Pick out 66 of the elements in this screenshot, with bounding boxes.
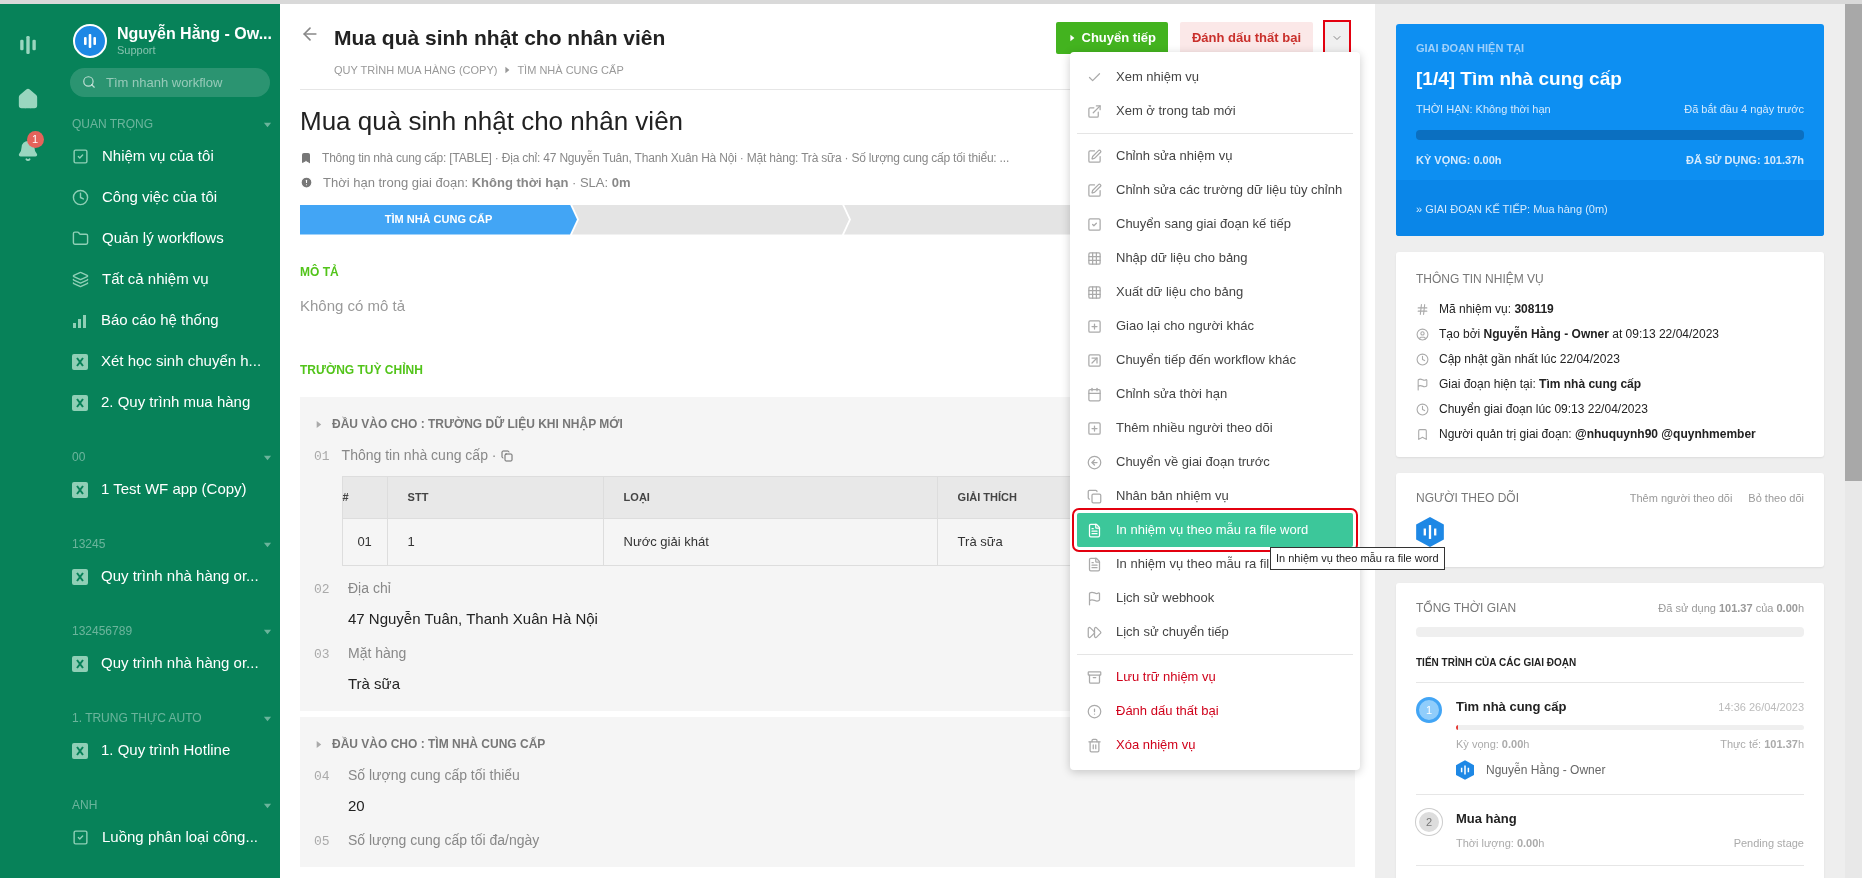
info-row-text: Cập nhật gần nhất lúc 22/04/2023 <box>1439 351 1620 368</box>
card-title: TỔNG THỜI GIAN <box>1416 599 1517 617</box>
section-heading: TRƯỜNG TUỲ CHỈNH <box>300 361 423 379</box>
stage-expected: Kỳ vọng: 0.00h <box>1456 736 1530 752</box>
field-label: Mặt hàng <box>348 643 407 663</box>
field-number: 03 <box>314 645 331 664</box>
field-number: 01 <box>314 448 330 466</box>
stage-deadline: THỜI HẠN: Không thời hạn <box>1416 102 1551 117</box>
time-summary: Đã sử dụng 101.37 của 0.00h <box>1658 600 1804 616</box>
group-title: ĐẦU VÀO CHO : TRƯỜNG DỮ LIỆU KHI NHẬP MỚI <box>332 415 623 433</box>
field-label: Số lượng cung cấp tối đa/ngày <box>348 830 540 850</box>
field-label: Địa chỉ <box>348 579 391 598</box>
column-header: # <box>342 476 388 519</box>
stage-number: 1 <box>1416 697 1442 723</box>
stage-name: Mua hàng <box>1456 810 1517 828</box>
section-title: ANH <box>72 797 98 814</box>
table-cell: 01 <box>342 518 388 566</box>
group-title: ĐẦU VÀO CHO : TÌM NHÀ CUNG CẤP <box>332 735 546 753</box>
stage-actual: Thực tế: 101.37h <box>1720 736 1804 752</box>
field-value: 47 Nguyễn Tuân, Thanh Xuân Hà Nội <box>348 609 598 629</box>
section-title: QUAN TRỌNG <box>72 116 154 133</box>
column-header: STT <box>387 476 604 519</box>
card-title: THÔNG TIN NHIỆM VỤ <box>1416 270 1545 288</box>
field-number: 05 <box>314 832 331 851</box>
info-row-text: Mã nhiệm vụ: 308119 <box>1439 301 1554 318</box>
stage-status: Pending stage <box>1733 835 1804 851</box>
page-title: Mua quà sinh nhật cho nhân viên <box>334 25 666 51</box>
field-value: Trà sữa <box>348 673 400 694</box>
field-label: Số lượng cung cấp tối thiểu <box>348 766 520 785</box>
info-row-text: Chuyển giai đoạn lúc 09:13 22/04/2023 <box>1439 401 1648 418</box>
section-title: 132456789 <box>72 623 133 640</box>
section-title: 00 <box>72 449 86 466</box>
task-title: Mua quà sinh nhật cho nhân viên <box>300 105 684 138</box>
used-time: ĐÃ SỬ DỤNG: 101.37h <box>1686 152 1804 168</box>
tooltip: In nhiệm vụ theo mẫu ra file word <box>1270 547 1445 570</box>
section-title: 13245 <box>72 536 106 553</box>
section-title: 1. TRUNG THỰC AUTO <box>72 710 202 727</box>
stage-time: 14:36 26/04/2023 <box>1718 699 1804 715</box>
progress-heading: TIẾN TRÌNH CỦA CÁC GIAI ĐOẠN <box>1416 655 1804 683</box>
description-text: Không có mô tả <box>300 295 406 316</box>
field-value: 20 <box>348 796 365 816</box>
stage-number: 2 <box>1416 809 1442 835</box>
user-name: Nguyễn Hằng - Ow... <box>117 24 272 45</box>
next-stage: » GIAI ĐOẠN KẾ TIẾP: Mua hàng (0m) <box>1416 203 1608 215</box>
field-label: Thông tin nhà cung cấp · <box>341 446 497 465</box>
task-summary: Thông tin nhà cung cấp: [TABLE] · Địa chỉ: 47 Nguyễn Tuân, Thanh Xuân Hà Nội · Mặt hàng: Trà sữa · Số lượng cung cấp tối thiểu: ... <box>322 149 1010 167</box>
task-deadline: Thời hạn trong giai đoạn: Không thời hạn · SLA: 0m <box>323 174 631 192</box>
table-cell: Nước giải khát <box>603 518 938 566</box>
column-header: LOẠI <box>603 476 938 519</box>
card-label: GIAI ĐOẠN HIỆN TẠI <box>1416 41 1526 57</box>
stage-name: Tìm nhà cung cấp <box>1456 698 1567 716</box>
expected-time: KỲ VỌNG: 0.00h <box>1416 152 1502 168</box>
info-row-text: Người quản trị giai đoạn: @nhuquynh90 @quynhmember <box>1439 426 1756 443</box>
stage-title: [1/4] Tìm nhà cung cấp <box>1416 66 1623 91</box>
field-number: 02 <box>314 581 331 599</box>
stage-duration: Thời lượng: 0.00h <box>1456 835 1545 851</box>
assignee-name: Nguyễn Hằng - Owner <box>1486 761 1606 779</box>
stage-started: Đã bắt đầu 4 ngày trước <box>1684 102 1804 117</box>
info-row: Tạo bởi Nguyễn Hằng - Owner at 09:13 22/04/2023 <box>1439 325 1719 343</box>
card-title: NGƯỜI THEO DÕI <box>1416 489 1519 507</box>
info-row-text: Giai đoạn hiện tại: Tìm nhà cung cấp <box>1439 376 1642 393</box>
user-role: Support <box>117 44 157 58</box>
field-number: 04 <box>314 768 331 786</box>
section-heading: MÔ TẢ <box>300 263 339 281</box>
notification-badge: 1 <box>26 131 44 148</box>
table-cell: 1 <box>387 518 604 566</box>
